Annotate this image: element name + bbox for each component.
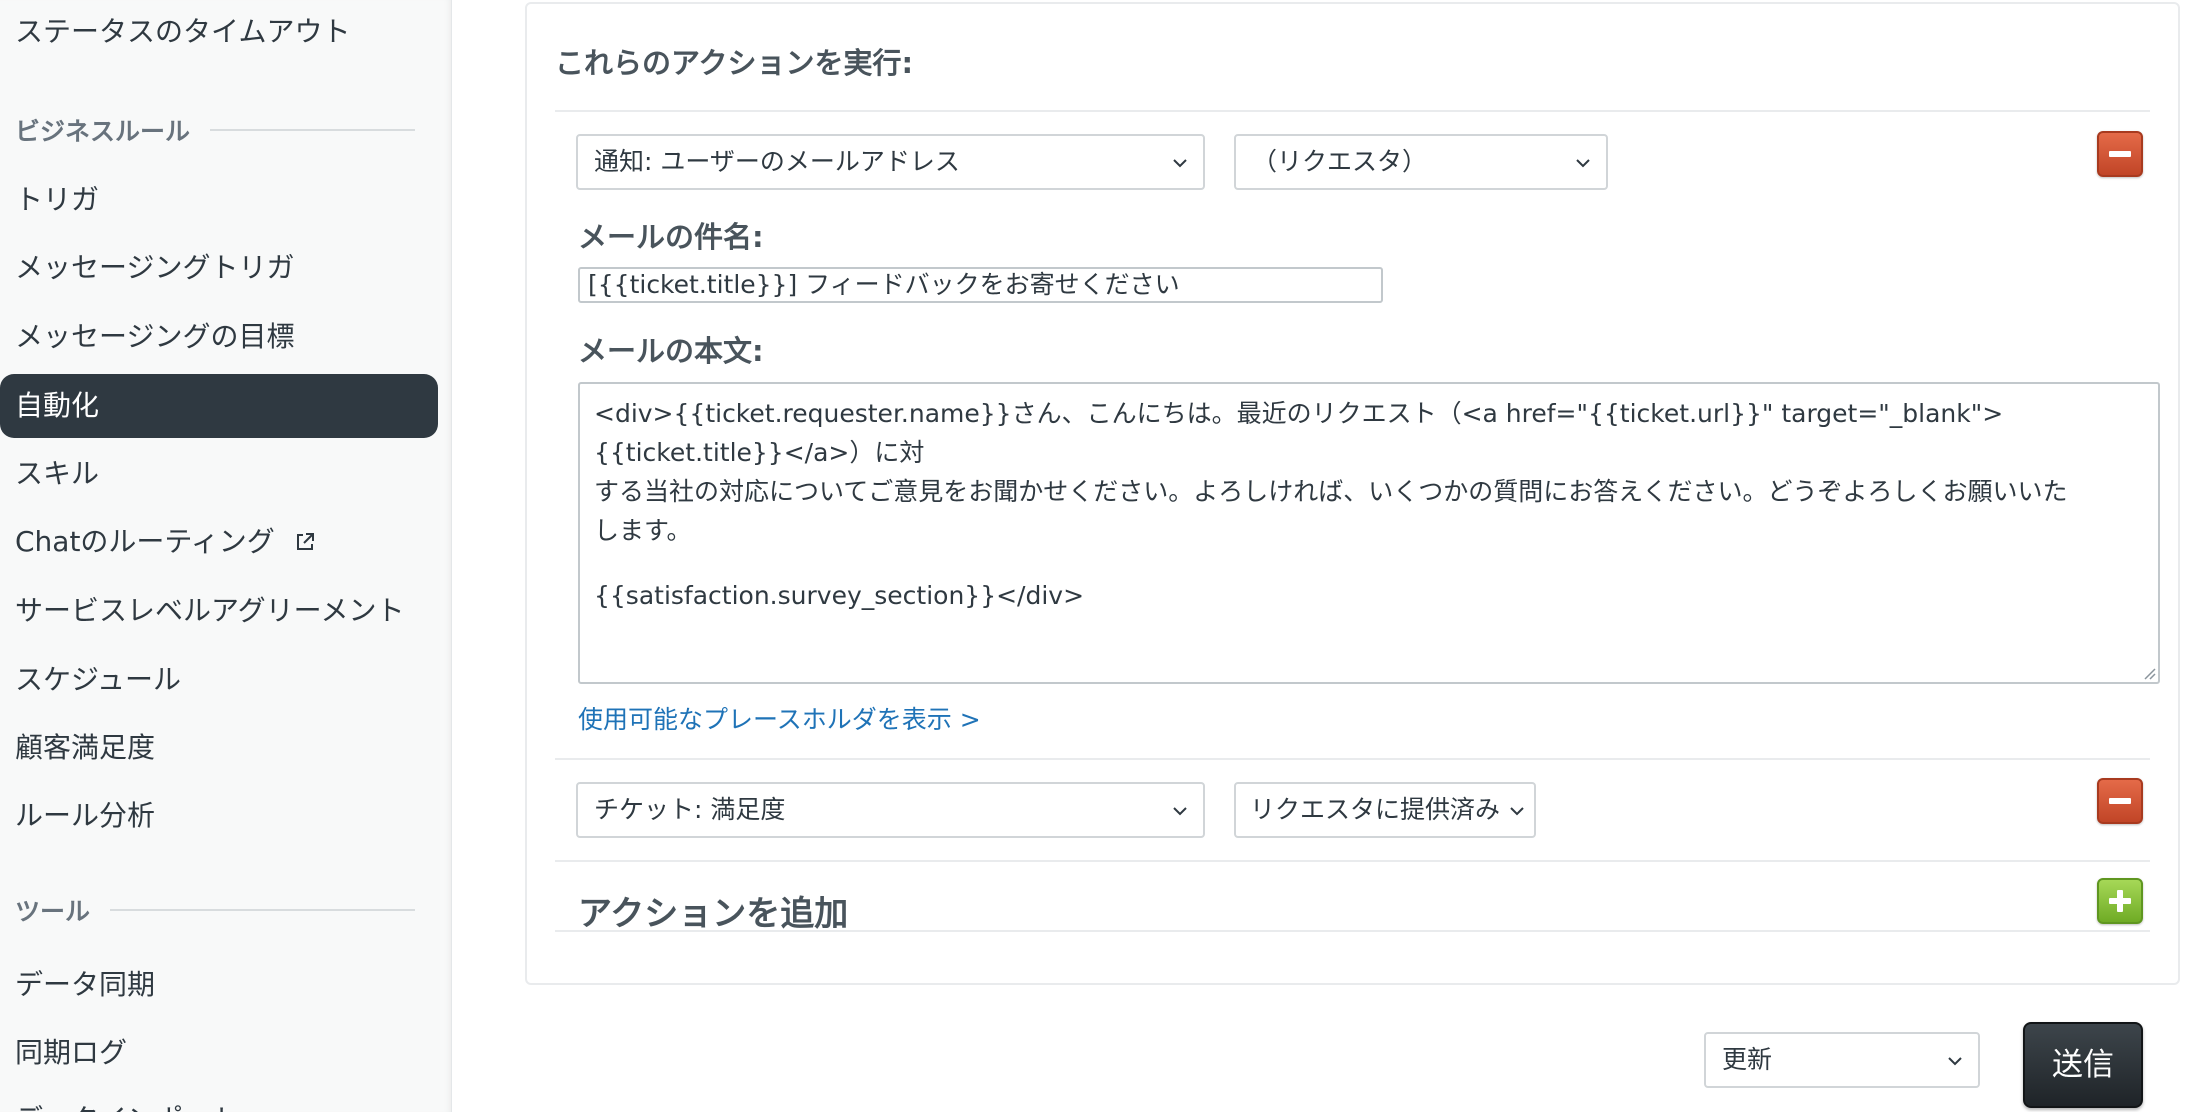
- show-placeholders-link[interactable]: 使用可能なプレースホルダを表示 >: [578, 700, 981, 736]
- submit-button[interactable]: 送信: [2023, 1022, 2143, 1108]
- sidebar-item-label: 顧客満足度: [15, 731, 156, 764]
- sidebar-item-label: ルール分析: [15, 799, 156, 832]
- section-heading-tools: ツール: [15, 890, 415, 930]
- chevron-down-icon: [1948, 1057, 1962, 1066]
- sidebar-item-messaging-goals[interactable]: メッセージングの目標: [0, 305, 438, 369]
- divider: [555, 110, 2150, 112]
- sidebar-item-label: ステータスのタイムアウト: [15, 15, 351, 48]
- subject-label: メールの件名:: [578, 220, 764, 254]
- sidebar-item-label: データインポート: [15, 1103, 239, 1112]
- divider: [555, 860, 2150, 862]
- resize-handle-icon[interactable]: [2140, 664, 2156, 680]
- sidebar-item-automations[interactable]: 自動化: [0, 374, 438, 438]
- email-subject-input[interactable]: [{{ticket.title}}] フィードバックをお寄せください: [578, 267, 1383, 303]
- sidebar-item-label: データ同期: [15, 968, 156, 1001]
- actions-heading: これらのアクションを実行:: [555, 46, 914, 80]
- sidebar-item-label: サービスレベルアグリーメント: [15, 594, 405, 627]
- sidebar-item-customer-satisfaction[interactable]: 顧客満足度: [0, 716, 438, 780]
- body-text-line: します。: [594, 516, 692, 545]
- add-action-label: アクションを追加: [578, 894, 849, 934]
- sidebar-item-sla[interactable]: サービスレベルアグリーメント: [0, 579, 438, 643]
- recipient-select[interactable]: （リクエスタ）: [1234, 134, 1608, 190]
- email-body-textarea[interactable]: <div>{{ticket.requester.name}}さん、こんにちは。最…: [578, 382, 2160, 684]
- minus-icon: [2109, 798, 2131, 804]
- remove-action-button[interactable]: [2097, 778, 2143, 824]
- sidebar-item-label: スケジュール: [15, 663, 182, 696]
- divider: [555, 930, 2150, 932]
- sidebar-item-chat-routing[interactable]: Chatのルーティング: [0, 510, 438, 574]
- divider: [555, 758, 2150, 760]
- section-heading-business-rules: ビジネスルール: [15, 110, 415, 150]
- body-text-line: {{satisfaction.survey_section}}</div>: [594, 581, 1085, 610]
- chevron-down-icon: [1510, 807, 1524, 816]
- sidebar-item-schedules[interactable]: スケジュール: [0, 648, 438, 712]
- chevron-down-icon: [1576, 159, 1590, 168]
- body-text-line: <div>{{ticket.requester.name}}さん、こんにちは。最…: [594, 399, 2004, 467]
- sidebar-item-label: トリガ: [15, 183, 100, 216]
- sidebar-item-messaging-triggers[interactable]: メッセージングトリガ: [0, 236, 438, 300]
- sidebar-item-data-sync[interactable]: データ同期: [0, 953, 438, 1017]
- external-link-icon: [296, 533, 314, 550]
- sidebar-item-label: 同期ログ: [15, 1036, 128, 1069]
- plus-icon: [2109, 890, 2131, 912]
- action-type-select[interactable]: チケット: 満足度: [576, 782, 1205, 838]
- satisfaction-value-select[interactable]: リクエスタに提供済み: [1234, 782, 1536, 838]
- chevron-down-icon: [1173, 159, 1187, 168]
- chevron-down-icon: [1173, 807, 1187, 816]
- add-action-button[interactable]: [2097, 878, 2143, 924]
- sidebar-item-rules-analysis[interactable]: ルール分析: [0, 784, 438, 848]
- sidebar-item-label: メッセージングトリガ: [15, 251, 295, 284]
- sidebar-item-status-timeout[interactable]: ステータスのタイムアウト: [0, 0, 438, 64]
- body-text-line: する当社の対応についてご意見をお聞かせください。よろしければ、いくつかの質問にお…: [594, 477, 2068, 506]
- sidebar: ステータスのタイムアウト ビジネスルール トリガ メッセージングトリガ メッセー…: [0, 0, 452, 1112]
- sidebar-item-label: スキル: [15, 457, 100, 490]
- section-divider: [110, 909, 415, 911]
- remove-action-button[interactable]: [2097, 131, 2143, 177]
- update-mode-select[interactable]: 更新: [1704, 1032, 1980, 1088]
- sidebar-item-label: 自動化: [15, 389, 100, 422]
- sidebar-item-label: Chatのルーティング: [15, 525, 275, 558]
- action-type-select[interactable]: 通知: ユーザーのメールアドレス: [576, 134, 1205, 190]
- minus-icon: [2109, 151, 2131, 157]
- sidebar-item-triggers[interactable]: トリガ: [0, 168, 438, 232]
- sidebar-item-data-import[interactable]: データインポート: [0, 1088, 438, 1112]
- sidebar-item-skills[interactable]: スキル: [0, 442, 438, 506]
- section-divider: [210, 129, 415, 131]
- sidebar-item-label: メッセージングの目標: [15, 320, 295, 353]
- body-label: メールの本文:: [578, 334, 764, 368]
- sidebar-item-sync-log[interactable]: 同期ログ: [0, 1021, 438, 1085]
